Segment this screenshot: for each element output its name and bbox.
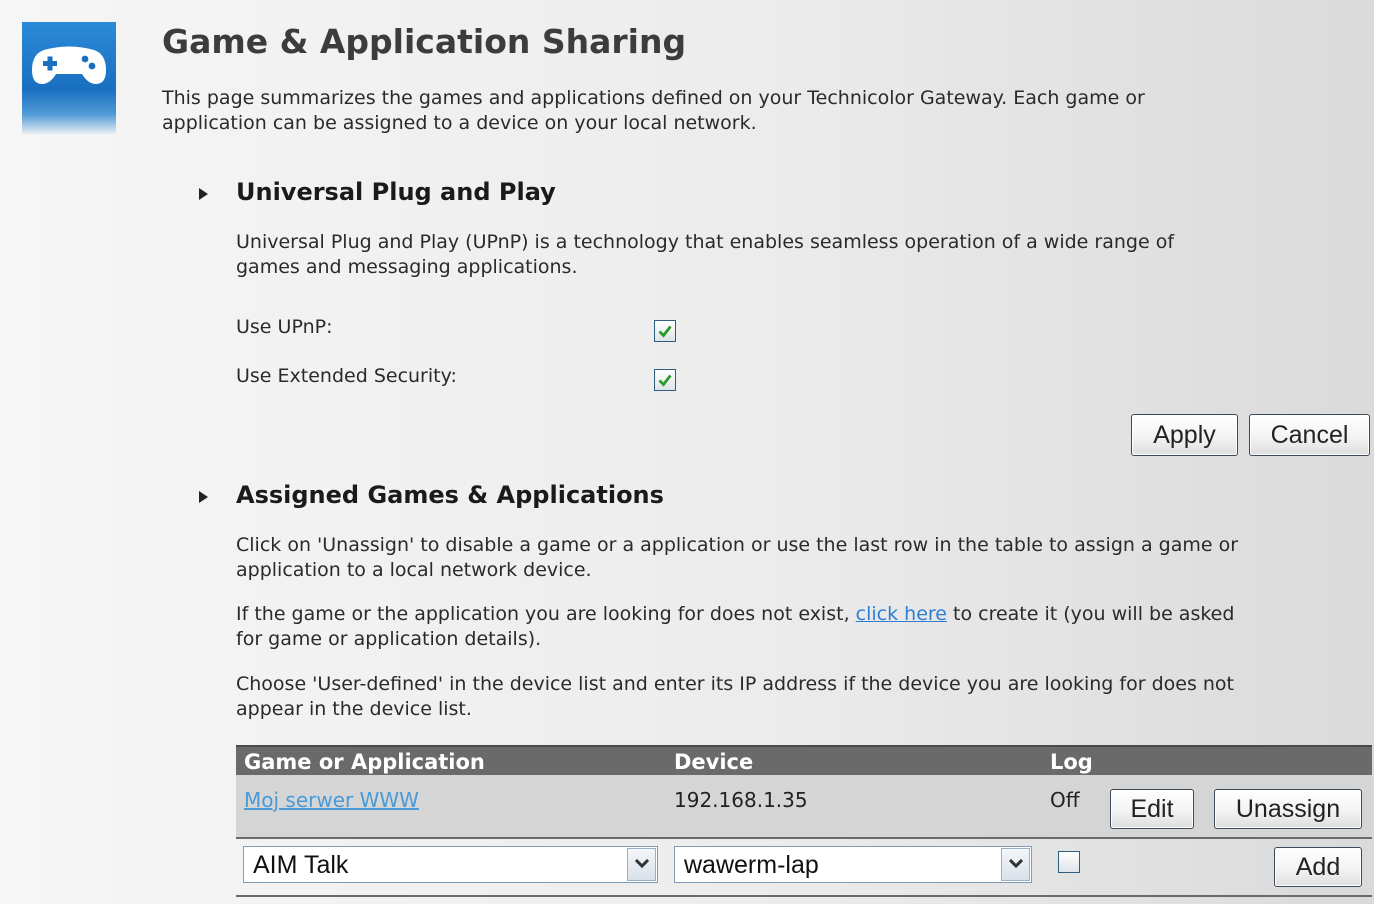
page: Game & Application Sharing This page sum… xyxy=(0,0,1374,904)
use-extended-security-label: Use Extended Security: xyxy=(236,365,457,387)
add-button[interactable]: Add xyxy=(1274,847,1362,887)
checkmark-icon xyxy=(658,374,672,387)
use-extended-security-checkbox[interactable] xyxy=(654,369,676,391)
assigned-p2-line-2: for game or application details). xyxy=(236,628,542,650)
assigned-paragraph-3: Choose 'User-defined' in the device list… xyxy=(236,672,1372,722)
click-here-link[interactable]: click here xyxy=(856,603,947,625)
assigned-table-header: Game or Application Device Log xyxy=(236,745,1372,775)
intro-line-2: application can be assigned to a device … xyxy=(162,112,757,134)
gamepad-icon xyxy=(22,22,116,134)
table-row: Moj serwer WWW 192.168.1.35 Off Edit Una… xyxy=(236,775,1372,839)
unassign-button[interactable]: Unassign xyxy=(1214,789,1362,829)
upnp-desc-line-1: Universal Plug and Play (UPnP) is a tech… xyxy=(236,231,1175,253)
application-select[interactable]: AIM Talk xyxy=(243,846,658,883)
assigned-p3-line-1: Choose 'User-defined' in the device list… xyxy=(236,673,1235,695)
application-select-value: AIM Talk xyxy=(253,851,349,879)
log-cell: Off xyxy=(1050,788,1080,812)
column-header-application: Game or Application xyxy=(244,750,485,774)
new-assignment-row: AIM Talk wawerm-lap Add xyxy=(236,839,1372,897)
section-arrow-icon xyxy=(199,188,208,200)
assigned-p2-text-before: If the game or the application you are l… xyxy=(236,603,856,625)
assigned-p2-text-after: to create it (you will be asked xyxy=(946,603,1235,625)
assigned-paragraph-1: Click on 'Unassign' to disable a game or… xyxy=(236,533,1372,583)
section-arrow-icon xyxy=(199,491,208,503)
device-select[interactable]: wawerm-lap xyxy=(674,846,1032,883)
assigned-p3-line-2: appear in the device list. xyxy=(236,698,472,720)
apply-button[interactable]: Apply xyxy=(1131,414,1238,456)
upnp-description: Universal Plug and Play (UPnP) is a tech… xyxy=(236,230,1336,280)
assigned-section-title: Assigned Games & Applications xyxy=(236,481,664,509)
column-header-log: Log xyxy=(1050,750,1093,774)
device-select-value: wawerm-lap xyxy=(684,851,819,879)
device-cell: 192.168.1.35 xyxy=(674,788,808,812)
assigned-paragraph-2: If the game or the application you are l… xyxy=(236,602,1372,652)
upnp-desc-line-2: games and messaging applications. xyxy=(236,256,578,278)
assigned-p1-line-2: application to a local network device. xyxy=(236,559,592,581)
application-link[interactable]: Moj serwer WWW xyxy=(244,788,419,812)
use-upnp-label: Use UPnP: xyxy=(236,316,333,338)
column-header-device: Device xyxy=(674,750,754,774)
edit-button[interactable]: Edit xyxy=(1110,789,1194,829)
cancel-button[interactable]: Cancel xyxy=(1249,414,1370,456)
chevron-down-icon[interactable] xyxy=(627,848,656,881)
intro-line-1: This page summarizes the games and appli… xyxy=(162,87,1145,109)
checkmark-icon xyxy=(658,325,672,338)
upnp-section-title: Universal Plug and Play xyxy=(236,178,556,206)
chevron-down-icon[interactable] xyxy=(1001,848,1030,881)
page-intro: This page summarizes the games and appli… xyxy=(162,86,1322,136)
use-upnp-checkbox[interactable] xyxy=(654,320,676,342)
assigned-p1-line-1: Click on 'Unassign' to disable a game or… xyxy=(236,534,1239,556)
page-title: Game & Application Sharing xyxy=(162,22,687,61)
log-checkbox[interactable] xyxy=(1058,851,1080,873)
